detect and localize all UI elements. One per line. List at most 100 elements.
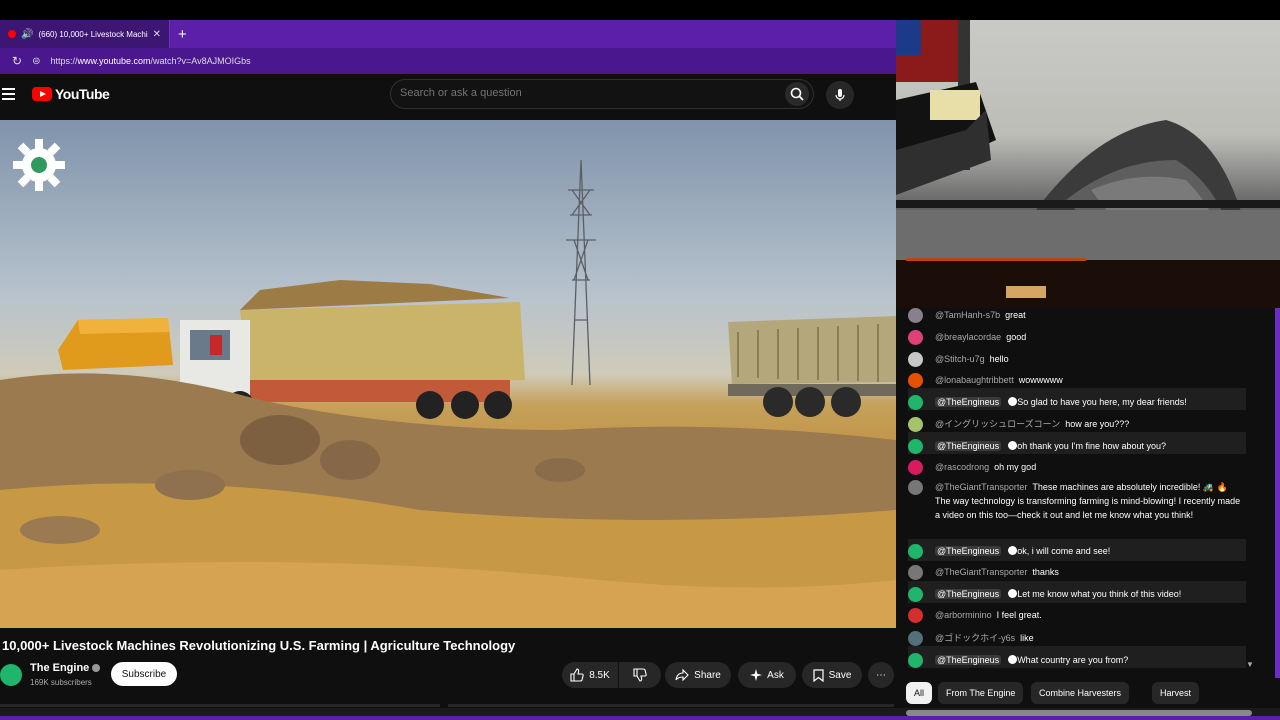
chat-avatar[interactable] [908,308,923,323]
chat-message[interactable]: @TheGiantTransporter thanks [908,565,1244,580]
more-actions-button[interactable]: ⋯ [868,662,894,688]
chat-author[interactable]: @TheEngineus [935,655,1002,665]
chat-author[interactable]: @arborminino [935,610,992,620]
chat-avatar[interactable] [908,587,923,602]
video-info: 10,000+ Livestock Machines Revolutionizi… [0,628,896,720]
chat-message[interactable]: @イングリッシュローズコーン how are you??? [908,417,1244,432]
channel-name: The Engine [30,662,90,674]
chat-author[interactable]: @Stitch-u7g [935,354,985,364]
chat-author[interactable]: @ゴドックホイ-y6s [935,633,1015,643]
chat-author[interactable]: @TheEngineus [935,441,1002,451]
chat-author[interactable]: @rascodrong [935,462,989,472]
tab-title: (660) 10,000+ Livestock Machines Revolut… [38,29,147,39]
chat-message[interactable]: @lonabaughtribbett wowwwww [908,373,1244,388]
chat-message-body: @TheGiantTransporter thanks [935,565,1059,579]
close-icon[interactable]: ✕ [153,29,161,40]
chat-message[interactable]: @TheEngineus Let me know what you think o… [908,587,1244,602]
chat-avatar[interactable] [908,653,923,668]
chat-author[interactable]: @イングリッシュローズコーン [935,419,1060,429]
bookmark-icon [812,668,824,682]
speaker-icon[interactable]: 🔊 [21,29,33,40]
thumbs-down-icon [633,668,647,682]
chat-message[interactable]: @TheEngineus So glad to have you here, my… [908,395,1244,410]
chip-from-the-engine[interactable]: From The Engine [938,682,1024,704]
live-chat: @TamHanh-s7b great @breaylacordae good @Stit… [896,308,1280,678]
chat-message[interactable]: @TheEngineus ok, i will come and see! [908,544,1244,559]
youtube-header: YouTube [0,74,896,120]
more-icon: ⋯ [876,669,886,681]
chat-message[interactable]: @Stitch-u7g hello [908,352,1244,367]
chat-author[interactable]: @TheGiantTransporter [935,567,1027,577]
chat-message[interactable]: @TheEngineus oh thank you I'm fine how ab… [908,439,1244,454]
subscribe-button[interactable]: Subscribe [111,662,177,686]
chat-text: how are you??? [1065,419,1130,429]
site-info-icon[interactable]: ⊜ [32,56,40,67]
sparkle-icon [750,669,763,681]
channel-avatar[interactable] [0,664,22,686]
chat-author[interactable]: @TheGiantTransporter [935,482,1027,492]
chat-message[interactable]: @TamHanh-s7b great [908,308,1244,323]
like-button[interactable]: 8.5K [562,662,618,688]
chat-author[interactable]: @breaylacordae [935,332,1001,342]
chat-avatar[interactable] [908,608,923,623]
chat-text: ok, i will come and see! [1017,546,1111,556]
voice-search-button[interactable] [826,81,854,109]
ask-button[interactable]: Ask [738,662,796,688]
search-box [390,79,814,109]
chat-avatar[interactable] [908,439,923,454]
chat-avatar[interactable] [908,631,923,646]
chat-message-body: @TheGiantTransporter These machines are a… [935,480,1244,522]
chat-message[interactable]: @arborminino I feel great. [908,608,1244,623]
like-count: 8.5K [589,669,610,681]
chat-avatar[interactable] [908,544,923,559]
chat-author[interactable]: @TamHanh-s7b [935,310,1000,320]
chip-all[interactable]: All [906,682,933,704]
chat-author[interactable]: @TheEngineus [935,397,1002,407]
save-button[interactable]: Save [802,662,862,688]
chat-message[interactable]: @ゴドックホイ-y6s like [908,631,1244,646]
ask-label: Ask [767,669,784,681]
chip-harvest[interactable]: Harvest [1152,682,1200,704]
chat-message[interactable]: @TheEngineus What country are you from? [908,653,1244,668]
horizontal-scrollbar[interactable] [0,708,1280,720]
browser-tab[interactable]: 🔊 (660) 10,000+ Livestock Machines Revol… [0,20,170,48]
url-field[interactable]: https://www.youtube.com/watch?v=Av8AJMOI… [50,56,250,66]
chat-text: What country are you from? [1017,655,1129,665]
chip-combine-harvesters[interactable]: Combine Harvesters [1031,682,1130,704]
share-button[interactable]: Share [665,662,731,688]
chat-avatar[interactable] [908,373,923,388]
channel-name-link[interactable]: The Engine [30,662,101,674]
chat-message-body: @TamHanh-s7b great [935,308,1026,322]
new-tab-button[interactable]: + [178,26,187,43]
reload-icon[interactable]: ↻ [12,54,22,68]
chat-avatar[interactable] [908,330,923,345]
save-label: Save [828,669,852,681]
chat-message-body: @lonabaughtribbett wowwwww [935,373,1063,387]
chat-message-body: @TheEngineus So glad to have you here, my… [935,395,1187,409]
chat-avatar[interactable] [908,395,923,410]
chat-text: wowwwww [1018,375,1063,385]
chat-author[interactable]: @TheEngineus [935,546,1002,556]
chat-message[interactable]: @TheGiantTransporter These machines are a… [908,480,1244,522]
chat-avatar[interactable] [908,352,923,367]
chat-message[interactable]: @rascodrong oh my god [908,460,1244,475]
video-title: 10,000+ Livestock Machines Revolutionizi… [2,638,516,653]
youtube-play-icon [32,87,52,101]
chat-message-body: @arborminino I feel great. [935,608,1042,622]
youtube-logo[interactable]: YouTube [32,86,110,102]
search-button[interactable] [785,82,809,106]
chat-avatar[interactable] [908,480,923,495]
chat-author[interactable]: @TheEngineus [935,589,1002,599]
chat-avatar[interactable] [908,417,923,432]
dislike-button[interactable] [619,662,661,688]
hamburger-menu-icon[interactable] [2,88,15,100]
divider [0,704,440,707]
chat-avatar[interactable] [908,460,923,475]
chevron-down-icon[interactable]: ▼ [1246,660,1254,669]
chat-message-body: @TheEngineus oh thank you I'm fine how ab… [935,439,1166,453]
chat-avatar[interactable] [908,565,923,580]
chat-message[interactable]: @breaylacordae good [908,330,1244,345]
chat-author[interactable]: @lonabaughtribbett [935,375,1014,385]
search-input[interactable] [400,87,780,99]
video-player[interactable] [0,120,896,628]
